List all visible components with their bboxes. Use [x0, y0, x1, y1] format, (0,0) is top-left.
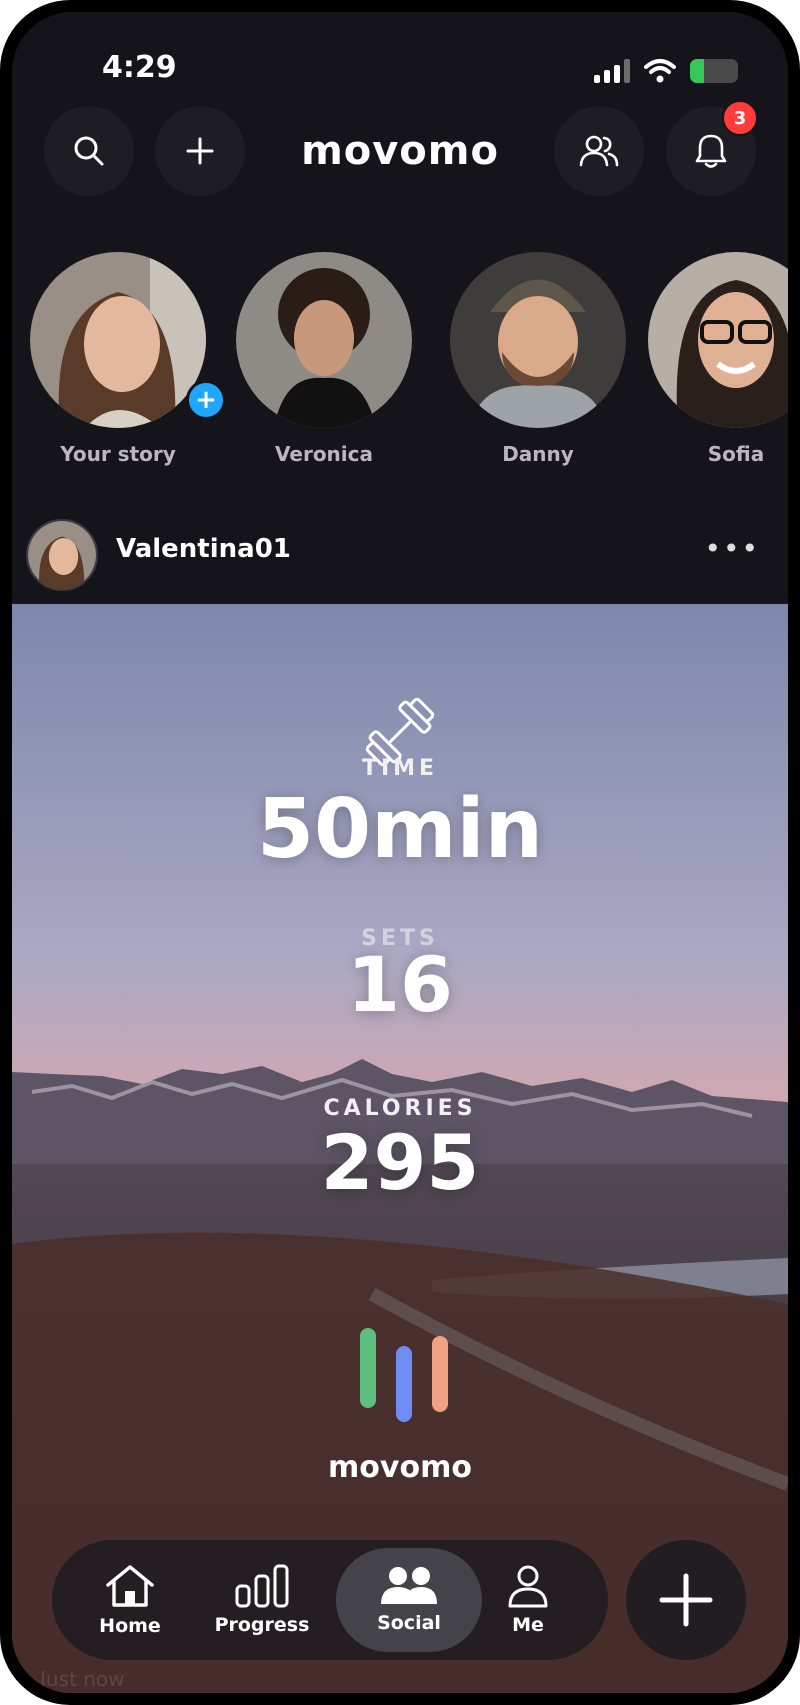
notifications-button[interactable]: 3: [666, 100, 758, 196]
workout-post-image: TIME 50min SETS 16 CALORIES 295 movomo: [12, 604, 788, 1693]
app-screen: 4:29 movomo 3 + Your story Veronica Dann…: [12, 12, 788, 1693]
post-username[interactable]: Valentina01: [116, 534, 291, 564]
story-name: Danny: [502, 442, 574, 466]
nav-home[interactable]: Home: [64, 1540, 196, 1660]
brand-bar-green: [360, 1328, 376, 1408]
notification-badge: 3: [722, 100, 758, 136]
plus-icon: [659, 1573, 713, 1627]
bottom-nav: Home Progress Social Me: [52, 1540, 608, 1660]
battery-level: [690, 59, 705, 83]
stat-value-time: 50min: [256, 782, 544, 877]
add-story-button[interactable]: +: [186, 380, 226, 420]
stat-value-calories: 295: [320, 1118, 480, 1207]
avatar: [648, 252, 788, 428]
story-sofia[interactable]: Sofia: [646, 252, 788, 466]
avatar: [450, 252, 626, 428]
story-name: Sofia: [707, 442, 765, 466]
stat-label-time: TIME: [361, 756, 439, 781]
avatar: [30, 252, 206, 428]
nav-label: Social: [377, 1612, 441, 1634]
status-time: 4:29: [102, 50, 177, 85]
home-icon: [106, 1565, 154, 1607]
avatar: [236, 252, 412, 428]
story-your-story[interactable]: + Your story: [28, 252, 226, 466]
social-icon: [381, 1567, 437, 1604]
cellular-signal-icon: [594, 59, 630, 83]
nav-label: Progress: [214, 1614, 310, 1636]
nav-social[interactable]: Social: [336, 1548, 482, 1652]
nav-me[interactable]: Me: [462, 1540, 594, 1660]
nav-label: Me: [512, 1614, 544, 1636]
story-name: Your story: [60, 442, 176, 466]
post-author-avatar[interactable]: [26, 519, 98, 591]
status-icons: [594, 58, 738, 84]
create-workout-button[interactable]: [626, 1540, 746, 1660]
post-timestamp: Just now: [40, 1667, 125, 1691]
wifi-icon: [644, 59, 676, 83]
stat-value-sets: 16: [347, 940, 453, 1029]
battery-icon: [690, 59, 738, 83]
progress-icon: [235, 1564, 289, 1608]
post-watermark: movomo: [328, 1450, 472, 1485]
brand-bars-logo: [360, 1328, 448, 1422]
brand-bar-orange: [432, 1336, 448, 1412]
friends-button[interactable]: [554, 106, 644, 196]
brand-bar-blue: [396, 1346, 412, 1422]
more-dots-icon[interactable]: •••: [704, 532, 760, 565]
friends-icon: [579, 135, 619, 167]
bell-icon: [695, 134, 727, 168]
phone-frame: 4:29 movomo 3 + Your story Veronica Dann…: [0, 0, 800, 1705]
story-danny[interactable]: Danny: [448, 252, 628, 466]
story-veronica[interactable]: Veronica: [234, 252, 414, 466]
nav-label: Home: [99, 1615, 161, 1637]
story-name: Veronica: [275, 442, 373, 466]
nav-progress[interactable]: Progress: [196, 1540, 328, 1660]
profile-icon: [508, 1565, 548, 1608]
